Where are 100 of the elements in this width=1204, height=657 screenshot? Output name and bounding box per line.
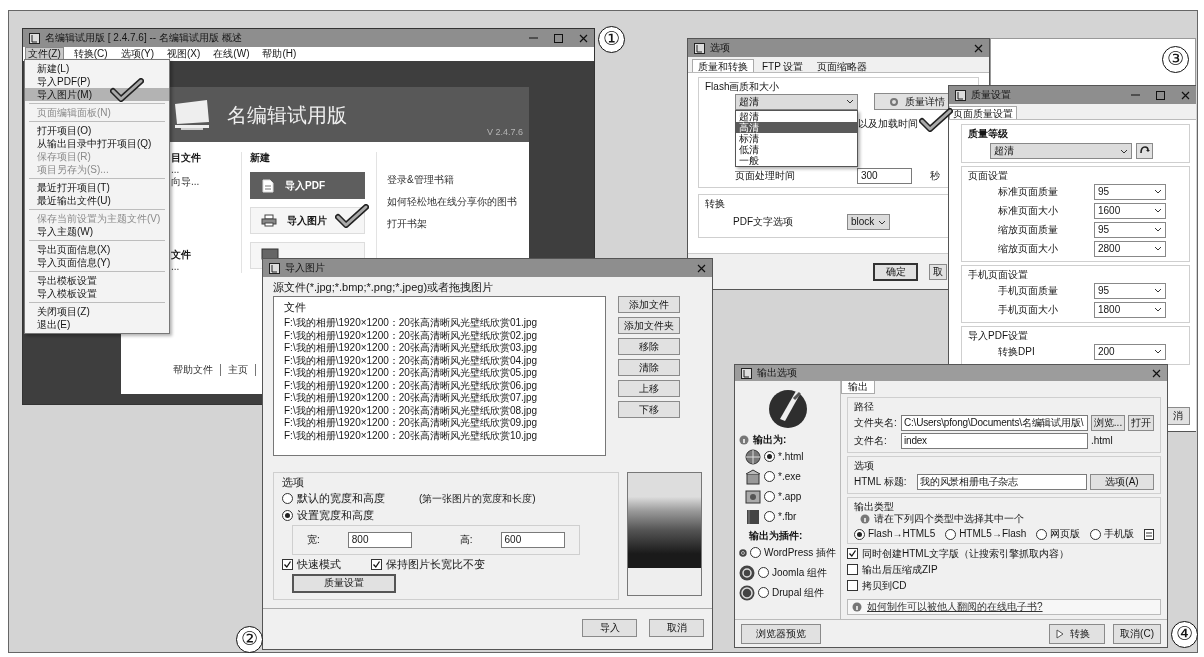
- menu-item[interactable]: 导入模板设置: [25, 287, 169, 300]
- dropdown-option[interactable]: 一般: [736, 154, 857, 166]
- dropdown-option[interactable]: 超清: [736, 110, 857, 122]
- value-dropdown[interactable]: 1600: [1094, 202, 1166, 219]
- file-name[interactable]: F:\我的相册\1920×1200：20张高清晰风光壁纸欣赏01.jpg: [284, 317, 595, 330]
- file-name[interactable]: F:\我的相册\1920×1200：20张高清晰风光壁纸欣赏06.jpg: [284, 379, 595, 393]
- list-action-button[interactable]: 上移: [618, 380, 680, 398]
- file-name[interactable]: F:\我的相册\1920×1200：20张高清晰风光壁纸欣赏05.jpg: [284, 367, 595, 380]
- file-name[interactable]: F:\我的相册\1920×1200：20张高清晰风光壁纸欣赏07.jpg: [284, 392, 595, 405]
- radio-button[interactable]: [764, 471, 775, 482]
- menu-item[interactable]: 导出模板设置: [25, 274, 169, 287]
- list-action-button[interactable]: 清除: [618, 359, 680, 377]
- height-field[interactable]: 600: [500, 531, 565, 548]
- import-tile[interactable]: 导入PDF: [250, 172, 365, 199]
- file-name[interactable]: F:\我的相册\1920×1200：20张高清晰风光壁纸欣赏10.jpg: [284, 429, 595, 443]
- open-button[interactable]: 打开: [1128, 415, 1154, 431]
- menu-item[interactable]: 最近输出文件(U): [25, 194, 169, 207]
- file-name[interactable]: F:\我的相册\1920×1200：20张高清晰风光壁纸欣赏04.jpg: [284, 354, 595, 368]
- radio-button[interactable]: [764, 451, 775, 462]
- menu-bar-item[interactable]: 帮助(H): [260, 48, 299, 60]
- dropdown-option[interactable]: 标清: [736, 132, 857, 144]
- list-action-button[interactable]: 添加文件夹: [618, 317, 680, 335]
- close-icon[interactable]: [1181, 90, 1190, 100]
- menu-item[interactable]: 打开项目(O): [25, 124, 169, 137]
- close-icon[interactable]: [1152, 368, 1161, 378]
- menu-item[interactable]: 导入图片(M): [25, 88, 169, 101]
- checkbox[interactable]: [847, 580, 858, 591]
- tab[interactable]: 输出: [841, 381, 875, 394]
- file-name[interactable]: F:\我的相册\1920×1200：20张高清晰风光壁纸欣赏03.jpg: [284, 342, 595, 355]
- recent-item[interactable]: 向导...: [171, 176, 241, 188]
- radio-button[interactable]: [749, 547, 761, 558]
- value-dropdown[interactable]: 95: [1094, 221, 1166, 238]
- radio-button[interactable]: [282, 509, 293, 521]
- radio-button[interactable]: [1036, 528, 1048, 540]
- value-dropdown[interactable]: 200: [1094, 343, 1166, 360]
- close-icon[interactable]: [974, 43, 983, 53]
- file-name[interactable]: F:\我的相册\1920×1200：20张高清晰风光壁纸欣赏09.jpg: [284, 417, 595, 430]
- quality-level-dropdown[interactable]: 超清: [990, 143, 1132, 159]
- recent-item[interactable]: ...: [171, 164, 241, 176]
- menu-bar-item[interactable]: 文件(Z): [26, 48, 63, 60]
- radio-button[interactable]: [758, 587, 769, 598]
- list-action-button[interactable]: 下移: [618, 401, 680, 419]
- radio-button[interactable]: [1090, 528, 1102, 540]
- value-dropdown[interactable]: 2800: [1094, 240, 1166, 257]
- time-field[interactable]: 300: [857, 168, 912, 184]
- radio-button[interactable]: [764, 491, 775, 502]
- tab[interactable]: 质量和转换: [692, 59, 754, 72]
- value-dropdown[interactable]: 1800: [1094, 301, 1166, 318]
- browser-preview-button[interactable]: 浏览器预览: [741, 623, 821, 644]
- value-dropdown[interactable]: 95: [1094, 282, 1166, 299]
- menu-item[interactable]: 导出页面信息(X): [25, 243, 169, 256]
- tab[interactable]: 页面质量设置: [949, 106, 1017, 119]
- cancel-button[interactable]: 取: [929, 263, 947, 280]
- list-action-button[interactable]: 移除: [618, 338, 680, 356]
- checkbox[interactable]: [282, 558, 293, 570]
- convert-button[interactable]: 转换: [1049, 623, 1106, 644]
- browse-button[interactable]: 浏览...: [1091, 415, 1125, 431]
- file-name[interactable]: F:\我的相册\1920×1200：20张高清晰风光壁纸欣赏08.jpg: [284, 404, 595, 418]
- folder-field[interactable]: C:\Users\pfong\Documents\名编辑试用版\: [901, 415, 1088, 431]
- refresh-button[interactable]: [1136, 143, 1153, 159]
- file-name[interactable]: F:\我的相册\1920×1200：20张高清晰风光壁纸欣赏02.jpg: [284, 329, 595, 343]
- dropdown-option[interactable]: 高清: [736, 121, 857, 133]
- close-icon[interactable]: [697, 263, 706, 273]
- menu-item[interactable]: 新建(L): [25, 62, 169, 75]
- html-title-field[interactable]: 我的风景相册电子杂志: [917, 474, 1087, 490]
- menu-item[interactable]: 从输出目录中打开项目(Q): [25, 137, 169, 150]
- pdf-text-dropdown[interactable]: block: [847, 214, 891, 230]
- menu-item[interactable]: 导入主题(W): [25, 225, 169, 238]
- tab[interactable]: FTP 设置: [756, 59, 810, 72]
- menu-item[interactable]: 退出(E): [25, 318, 169, 331]
- menu-bar-item[interactable]: 转换(C): [71, 48, 110, 60]
- help-link[interactable]: 如何制作可以被他人翻阅的在线电子书?: [867, 601, 1043, 613]
- menu-item[interactable]: 导入页面信息(Y): [25, 256, 169, 269]
- cancel-button[interactable]: 取消(C): [1113, 623, 1161, 644]
- width-field[interactable]: 800: [347, 531, 412, 548]
- ok-button[interactable]: 确定: [873, 262, 918, 281]
- checkbox[interactable]: [847, 564, 858, 575]
- radio-button[interactable]: [854, 528, 865, 540]
- radio-button[interactable]: [945, 528, 957, 540]
- checkbox[interactable]: [847, 548, 858, 559]
- radio-button[interactable]: [282, 493, 293, 505]
- radio-button[interactable]: [758, 567, 769, 578]
- link[interactable]: 如何轻松地在线分享你的图书: [387, 196, 529, 208]
- recent-item[interactable]: ...: [171, 261, 241, 273]
- cancel-button[interactable]: 消: [1166, 407, 1190, 425]
- list-action-button[interactable]: 添加文件: [618, 296, 680, 314]
- menu-bar-item[interactable]: 在线(W): [211, 48, 252, 60]
- maximize-icon[interactable]: [554, 33, 563, 43]
- dropdown-option[interactable]: 低清: [736, 143, 857, 155]
- menu-item[interactable]: 关闭项目(Z): [25, 305, 169, 318]
- value-dropdown[interactable]: 95: [1094, 183, 1166, 200]
- link[interactable]: 登录&管理书籍: [387, 174, 529, 186]
- menu-item[interactable]: 最近打开项目(T): [25, 181, 169, 194]
- tab[interactable]: 页面缩略器: [811, 59, 874, 72]
- import-tile[interactable]: 导入图片: [250, 207, 365, 234]
- options-button[interactable]: 选项(A): [1090, 474, 1154, 490]
- maximize-icon[interactable]: [1156, 90, 1165, 100]
- quality-dropdown[interactable]: 超清: [735, 93, 858, 110]
- file-name-field[interactable]: index: [901, 433, 1088, 449]
- checkbox[interactable]: [371, 558, 382, 570]
